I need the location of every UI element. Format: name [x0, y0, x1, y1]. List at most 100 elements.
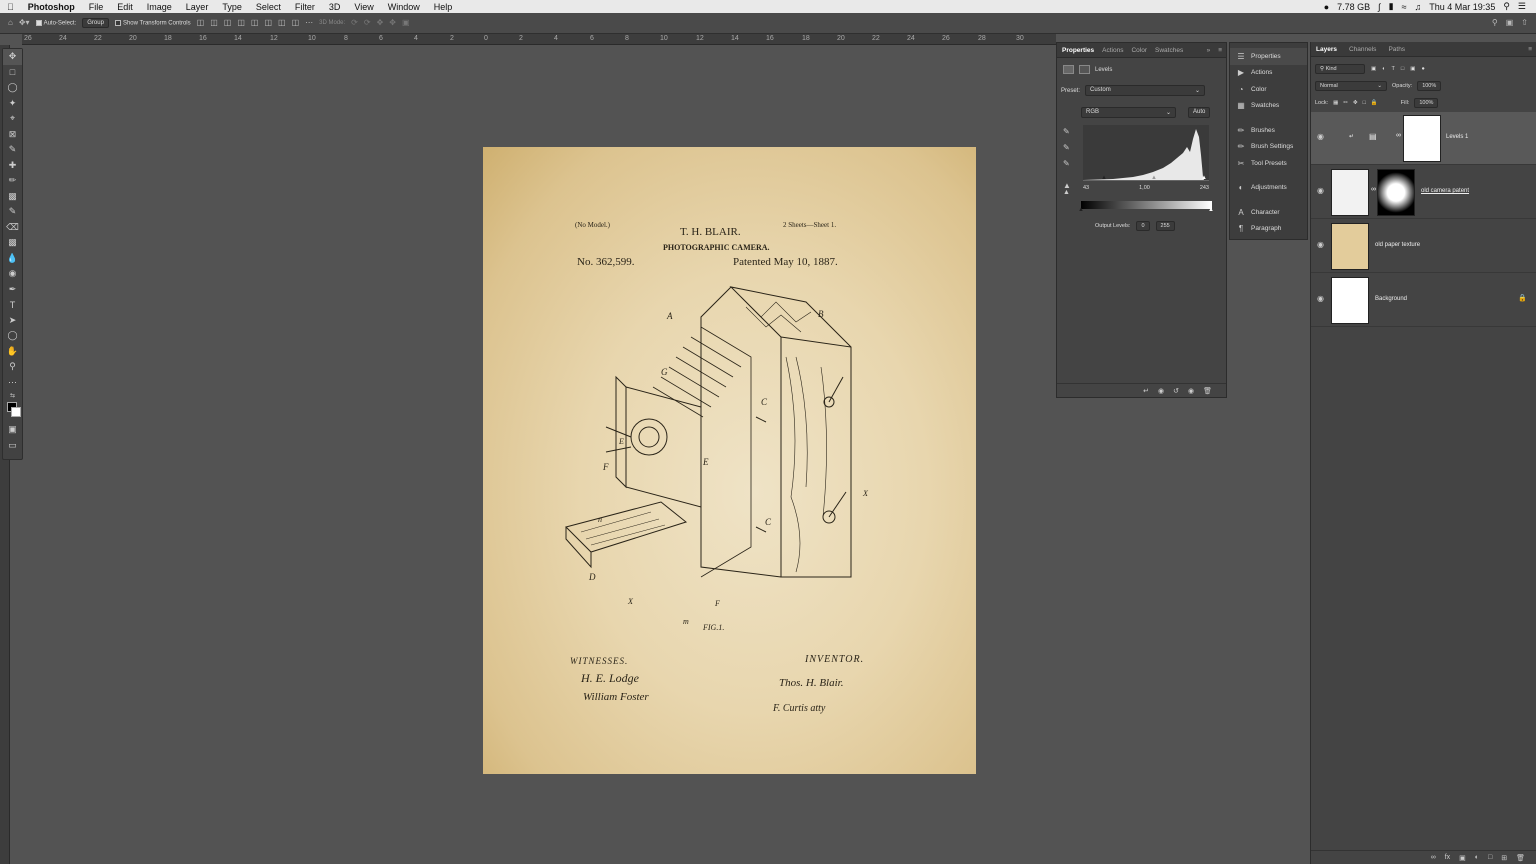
menu-layer[interactable]: Layer	[179, 2, 216, 12]
input-black-value[interactable]: 43	[1083, 185, 1089, 191]
path-selection-icon[interactable]: ➤	[3, 313, 22, 329]
filter-type-icon[interactable]: T	[1392, 66, 1395, 72]
panel-menu-icon[interactable]: ≡	[1528, 46, 1536, 53]
visibility-icon[interactable]: ◉	[1188, 387, 1194, 395]
tab-color[interactable]: Color	[1131, 47, 1147, 54]
menu-view[interactable]: View	[347, 2, 380, 12]
magic-wand-icon[interactable]: ✦	[3, 96, 22, 112]
share-icon[interactable]: ⇧	[1521, 19, 1528, 27]
dock-adjustments[interactable]: ◐ Adjustments	[1230, 180, 1307, 197]
lasso-tool-icon[interactable]: ◯	[3, 80, 22, 96]
dodge-tool-icon[interactable]: ◉	[3, 266, 22, 282]
apple-icon[interactable]: 	[0, 2, 21, 12]
black-eyedropper-icon[interactable]: ✎	[1063, 127, 1071, 136]
distribute-icon[interactable]: ◫	[237, 19, 245, 27]
transform-controls-checkbox[interactable]: Show Transform Controls	[114, 19, 191, 26]
document-canvas[interactable]: (No Model.) T. H. BLAIR. 2 Sheets—Sheet …	[483, 147, 976, 774]
more-options-icon[interactable]: ⋯	[305, 19, 313, 27]
layer-name[interactable]: Levels 1	[1446, 134, 1468, 140]
fill-input[interactable]: 100%	[1414, 98, 1439, 108]
dock-properties[interactable]: ☰ Properties	[1230, 48, 1307, 65]
wifi-icon[interactable]: ≈	[1402, 2, 1407, 12]
eyedropper-icon[interactable]: ✎	[3, 142, 22, 158]
frame-tool-icon[interactable]: ⊠	[3, 127, 22, 143]
lock-icon[interactable]: 🔒	[1518, 294, 1527, 302]
move-tool-icon[interactable]: ✥	[3, 49, 22, 65]
filter-kind-dropdown[interactable]: ⚲ Kind	[1315, 64, 1365, 74]
stamp-tool-icon[interactable]: ▩	[3, 189, 22, 205]
dock-tool-presets[interactable]: ✂ Tool Presets	[1230, 155, 1307, 172]
zoom-tool-icon[interactable]: ⚲	[3, 359, 22, 375]
menu-app[interactable]: Photoshop	[21, 2, 82, 12]
align-bottom-icon[interactable]: ◫	[278, 19, 286, 27]
menu-help[interactable]: Help	[427, 2, 460, 12]
distribute-vertical-icon[interactable]: ◫	[292, 19, 300, 27]
layer-row-background[interactable]: ◉ Background 🔒	[1311, 274, 1536, 327]
home-icon[interactable]: ⌂	[8, 19, 13, 27]
horizontal-ruler[interactable]: 26 24 22 20 18 16 14 12 10 8 6 4 2 0 2 4…	[22, 34, 1056, 45]
input-mid-handle[interactable]: ▲	[1151, 175, 1157, 181]
brush-tool-icon[interactable]: ✏	[3, 173, 22, 189]
hand-tool-icon[interactable]: ✋	[3, 344, 22, 360]
input-white-value[interactable]: 243	[1200, 185, 1209, 191]
menu-file[interactable]: File	[82, 2, 111, 12]
filter-adjustment-icon[interactable]: ◐	[1382, 66, 1385, 72]
more-tools-icon[interactable]: ⋯	[3, 375, 22, 391]
volume-icon[interactable]: ♫	[1415, 2, 1422, 12]
filter-shape-icon[interactable]: □	[1401, 66, 1404, 72]
visibility-eye-icon[interactable]: ◉	[1317, 294, 1324, 303]
slide-3d-icon[interactable]: ✥	[389, 19, 396, 27]
fx-icon[interactable]: fx	[1445, 854, 1450, 861]
quick-mask-icon[interactable]: ▣	[3, 422, 22, 438]
dock-swatches[interactable]: ▦ Swatches	[1230, 98, 1307, 115]
new-adjustment-icon[interactable]: ◐	[1475, 854, 1479, 861]
workspace-icon[interactable]: ▣	[1506, 19, 1514, 27]
lock-all-icon[interactable]: 🔒	[1371, 100, 1378, 106]
healing-brush-icon[interactable]: ✚	[3, 158, 22, 174]
auto-select-checkbox[interactable]: Auto-Select:	[35, 19, 76, 26]
clip-to-layer-icon[interactable]: ↵	[1143, 387, 1149, 395]
memory-status[interactable]: 7.78 GB	[1337, 2, 1370, 12]
gray-eyedropper-icon[interactable]: ✎	[1063, 143, 1071, 152]
color-swatches[interactable]	[3, 400, 22, 422]
screen-mode-icon[interactable]: ▭	[3, 438, 22, 454]
output-black-handle[interactable]: ▲	[1078, 207, 1084, 213]
layer-thumbnail[interactable]	[1331, 223, 1369, 270]
dock-brushes[interactable]: ✏ Brushes	[1230, 122, 1307, 139]
menu-filter[interactable]: Filter	[288, 2, 322, 12]
lock-transparent-icon[interactable]: ▦	[1333, 100, 1338, 106]
layer-row-camera[interactable]: ◉ ∞ old camera patent	[1311, 166, 1536, 219]
layer-thumbnail[interactable]	[1331, 277, 1369, 324]
view-previous-icon[interactable]: ◉	[1158, 387, 1164, 395]
delete-layer-icon[interactable]: 🗑	[1516, 854, 1525, 862]
menu-3d[interactable]: 3D	[322, 2, 348, 12]
reset-icon[interactable]: ↺	[1173, 387, 1179, 395]
tab-actions[interactable]: Actions	[1102, 47, 1123, 54]
history-brush-icon[interactable]: ✎	[3, 204, 22, 220]
dock-actions[interactable]: ▶ Actions	[1230, 65, 1307, 82]
output-white-input[interactable]: 255	[1155, 221, 1175, 231]
filter-smart-icon[interactable]: ▣	[1410, 66, 1415, 72]
link-icon[interactable]: ∞	[1396, 132, 1401, 139]
output-white-handle[interactable]: ▲	[1208, 207, 1214, 213]
roll-3d-icon[interactable]: ⟳	[364, 19, 371, 27]
tab-swatches[interactable]: Swatches	[1155, 47, 1183, 54]
search-icon[interactable]: ⚲	[1503, 1, 1510, 12]
orbit-3d-icon[interactable]: ⟳	[351, 19, 358, 27]
white-eyedropper-icon[interactable]: ✎	[1063, 159, 1071, 168]
trash-icon[interactable]: 🗑	[1203, 387, 1212, 395]
input-white-handle[interactable]: ▲	[1201, 175, 1207, 181]
mask-icon[interactable]	[1079, 65, 1090, 74]
align-center-icon[interactable]: ◫	[210, 19, 218, 27]
pen-tool-icon[interactable]: ✒	[3, 282, 22, 298]
link-layers-icon[interactable]: ∞	[1431, 854, 1436, 861]
battery-icon[interactable]: ▮	[1389, 1, 1394, 12]
panel-menu-icon[interactable]: ≡	[1218, 47, 1226, 54]
auto-button[interactable]: Auto	[1188, 107, 1211, 118]
output-black-input[interactable]: 0	[1136, 221, 1150, 231]
input-black-handle[interactable]: ▲	[1101, 175, 1107, 181]
clock-text[interactable]: Thu 4 Mar 19:35	[1429, 2, 1495, 12]
layer-row-paper[interactable]: ◉ old paper texture	[1311, 220, 1536, 273]
mic-icon[interactable]: ●	[1324, 2, 1329, 12]
menu-type[interactable]: Type	[215, 2, 249, 12]
